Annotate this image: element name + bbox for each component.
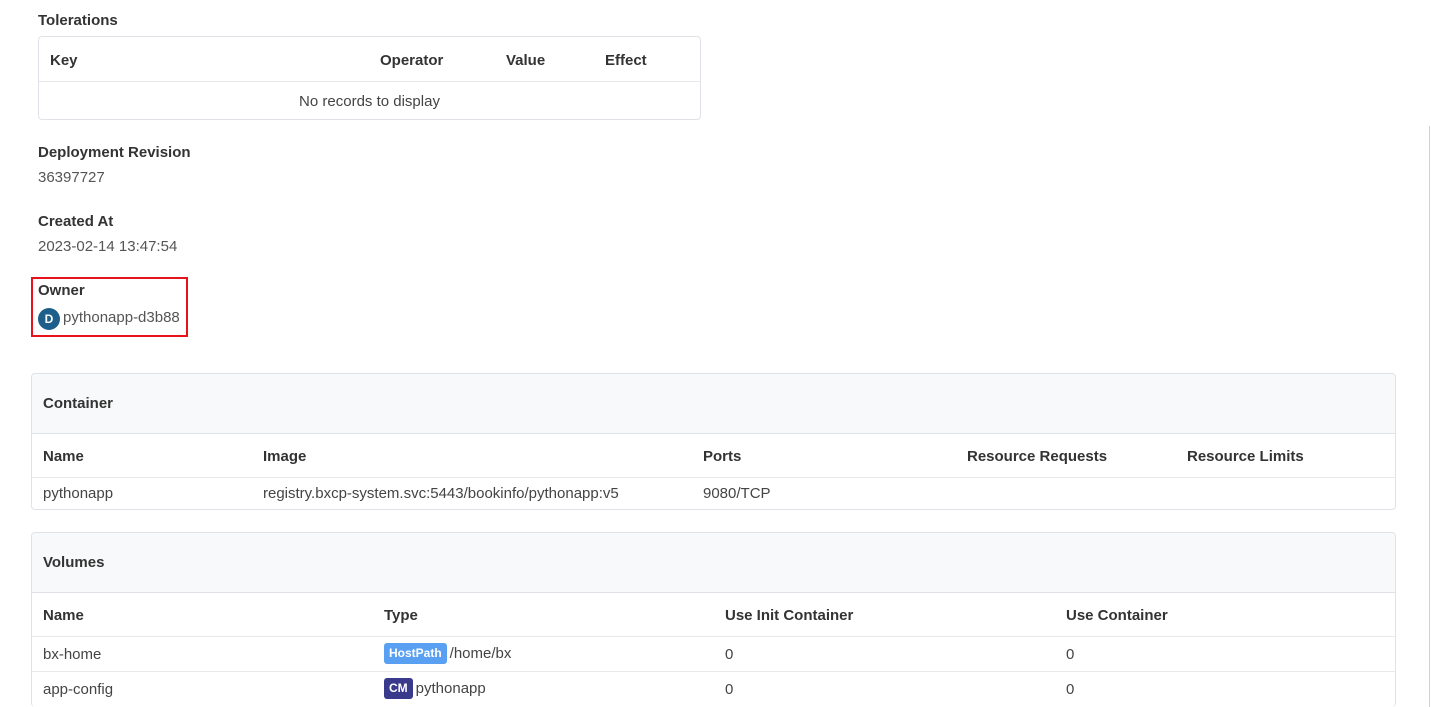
configmap-tag: CM — [384, 678, 413, 699]
column-type[interactable]: Type — [384, 607, 418, 624]
owner-kind-badge: D — [38, 308, 60, 330]
tolerations-table: Key Operator Value Effect No records to … — [38, 36, 701, 120]
column-name[interactable]: Name — [43, 448, 84, 465]
column-effect[interactable]: Effect — [605, 52, 647, 69]
volume-type-value: pythonapp — [415, 680, 486, 697]
empty-message: No records to display — [299, 93, 440, 110]
owner-label: Owner — [38, 282, 85, 299]
volume-use-container: 0 — [1066, 646, 1075, 663]
column-operator[interactable]: Operator — [380, 52, 443, 69]
container-title: Container — [43, 395, 114, 412]
owner-link[interactable]: pythonapp-d3b88 — [63, 309, 180, 326]
volume-use-init: 0 — [725, 681, 734, 698]
volume-type: HostPath/home/bx — [384, 643, 511, 664]
volume-name: app-config — [43, 681, 114, 698]
column-ports[interactable]: Ports — [703, 448, 741, 465]
volumes-title: Volumes — [43, 554, 105, 571]
scrollbar-track[interactable] — [1429, 126, 1430, 707]
tolerations-table-header: Key Operator Value Effect — [39, 37, 700, 82]
column-name[interactable]: Name — [43, 607, 84, 624]
container-ports: 9080/TCP — [703, 485, 771, 502]
volume-type-value: /home/bx — [449, 645, 512, 662]
volume-name: bx-home — [43, 646, 102, 663]
column-resource-requests[interactable]: Resource Requests — [967, 448, 1107, 465]
volume-use-container: 0 — [1066, 681, 1075, 698]
container-card: Container Name Image Ports Resource Requ… — [31, 373, 1396, 510]
deployment-revision-label: Deployment Revision — [38, 144, 191, 161]
deployment-revision-value: 36397727 — [38, 169, 105, 186]
divider — [32, 671, 1395, 672]
created-at-value: 2023-02-14 13:47:54 — [38, 238, 178, 255]
divider — [32, 636, 1395, 637]
container-name: pythonapp — [43, 485, 114, 502]
container-card-header: Container — [32, 374, 1395, 434]
volume-type: CM pythonapp — [384, 678, 486, 699]
hostpath-tag: HostPath — [384, 643, 447, 664]
column-value[interactable]: Value — [506, 52, 545, 69]
volumes-card-header: Volumes — [32, 533, 1395, 593]
column-image[interactable]: Image — [263, 448, 306, 465]
column-use-container[interactable]: Use Container — [1066, 607, 1168, 624]
container-image: registry.bxcp-system.svc:5443/bookinfo/p… — [263, 485, 619, 502]
tolerations-title: Tolerations — [38, 12, 118, 29]
column-resource-limits[interactable]: Resource Limits — [1187, 448, 1304, 465]
divider — [32, 477, 1395, 478]
column-key[interactable]: Key — [50, 52, 78, 69]
column-use-init-container[interactable]: Use Init Container — [725, 607, 853, 624]
volume-use-init: 0 — [725, 646, 734, 663]
created-at-label: Created At — [38, 213, 114, 230]
volumes-card: Volumes Name Type Use Init Container Use… — [31, 532, 1396, 707]
